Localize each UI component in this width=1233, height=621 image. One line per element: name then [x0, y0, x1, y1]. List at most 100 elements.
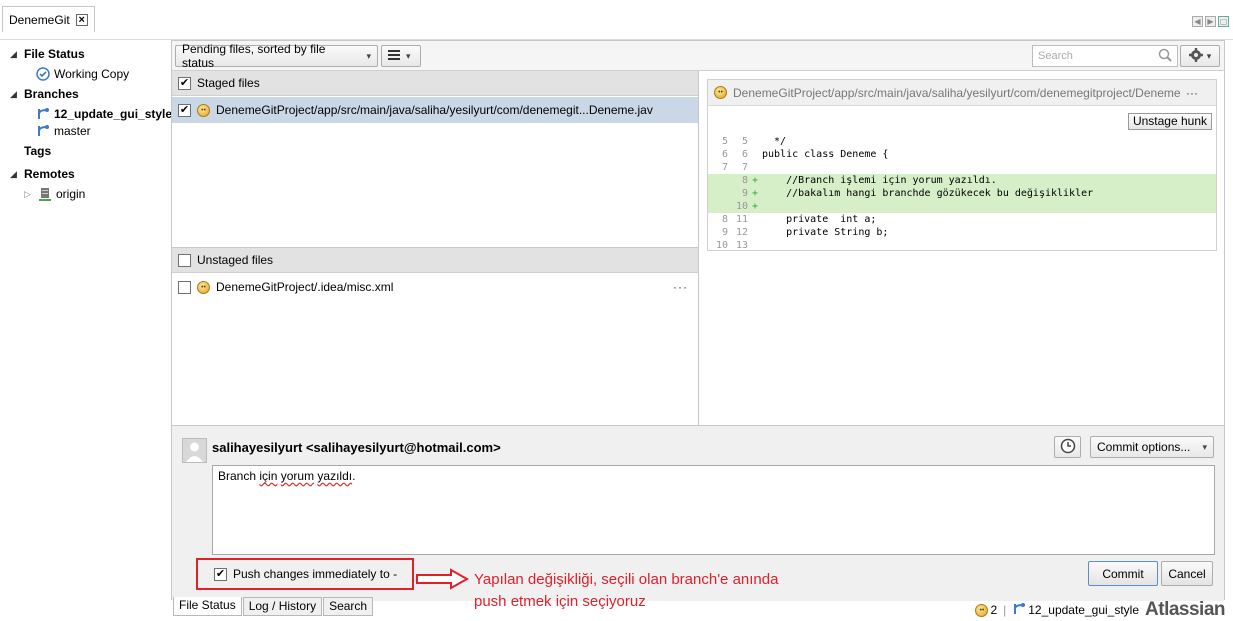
old-line-number: [708, 174, 728, 187]
old-line-number: 10: [715, 240, 728, 251]
modified-file-icon: ••: [197, 103, 210, 117]
sidebar-item-branch-current[interactable]: 12_update_gui_style: [36, 107, 172, 121]
new-line-number: 6: [741, 149, 748, 160]
search-input[interactable]: Search: [1032, 45, 1178, 67]
sidebar-tags[interactable]: Tags: [24, 144, 51, 158]
vertical-pane-divider[interactable]: [698, 71, 699, 425]
scroll-right-icon[interactable]: ▶: [1205, 16, 1216, 27]
diff-line: 8 11 private int a;: [708, 213, 1216, 226]
diff-marker: [752, 239, 762, 252]
history-button[interactable]: [1054, 436, 1081, 458]
new-line-number: 10: [735, 201, 748, 212]
new-line-number: 7: [741, 162, 748, 173]
sidebar-heading-tags: Tags: [24, 144, 52, 158]
diff-line: 10 13: [708, 239, 1216, 252]
diff-line: 8 + //Branch işlemi için yorum yazıldı.: [708, 174, 1216, 187]
staged-files-header: ✔ Staged files: [172, 71, 698, 96]
server-icon: [38, 187, 52, 201]
code-text: //bakalım hangi branchde gözükecek bu de…: [762, 188, 1094, 199]
chevron-down-icon: ▾: [366, 50, 371, 61]
sidebar-item-label: master: [54, 124, 91, 138]
list-icon: [388, 49, 400, 63]
commit-author: salihayesilyurt <salihayesilyurt@hotmail…: [212, 440, 501, 455]
tab-log-history[interactable]: Log / History: [242, 597, 323, 616]
sidebar-item-working-copy[interactable]: Working Copy: [36, 67, 129, 81]
current-branch-indicator[interactable]: 12_update_gui_style: [1012, 602, 1139, 619]
clock-icon: [1060, 438, 1076, 457]
restore-icon[interactable]: ▢: [1218, 16, 1229, 27]
more-options-icon[interactable]: ···: [673, 280, 688, 294]
sidebar-heading-remotes: Remotes: [24, 167, 75, 181]
new-line-number: 8: [741, 175, 748, 186]
tab-title: DenemeGit: [9, 12, 70, 27]
status-bar: •• 2 | 12_update_gui_style Atlassian: [975, 599, 1225, 621]
new-line-number: 11: [735, 214, 748, 225]
code-text: //Branch işlemi için yorum yazıldı.: [762, 175, 997, 186]
diff-marker: [752, 161, 762, 174]
push-label: Push changes immediately to -: [233, 567, 398, 581]
unstaged-select-all-checkbox[interactable]: [178, 253, 191, 267]
gear-icon: [1188, 47, 1203, 65]
push-checkbox[interactable]: ✔: [214, 567, 227, 581]
diff-marker: +: [752, 201, 759, 212]
diff-marker: [752, 148, 762, 161]
expand-triangle-icon[interactable]: ◢: [10, 169, 20, 180]
sidebar-item-branch-master[interactable]: master: [36, 124, 91, 138]
chevron-down-icon: ▾: [1206, 50, 1212, 61]
sidebar-item-label: Working Copy: [54, 67, 130, 81]
commit-message-input[interactable]: Branch için yorum yazıldı.: [212, 465, 1215, 555]
tab-file-status[interactable]: File Status: [173, 597, 242, 616]
message-text: Branch: [218, 469, 260, 483]
avatar: [182, 438, 207, 463]
close-icon[interactable]: ×: [75, 13, 88, 26]
expand-triangle-icon[interactable]: ◢: [10, 89, 20, 100]
staged-select-all-checkbox[interactable]: ✔: [178, 76, 191, 90]
commit-button[interactable]: Commit: [1088, 561, 1158, 586]
tab-denemegit[interactable]: DenemeGit ×: [2, 6, 95, 32]
sidebar-file-status[interactable]: ◢ File Status: [10, 47, 85, 61]
message-text: yazıldı: [317, 469, 353, 483]
unstaged-file-row[interactable]: •• DenemeGitProject/.idea/misc.xml ···: [172, 274, 698, 300]
file-checkbox[interactable]: [178, 280, 191, 294]
diff-view: •• DenemeGitProject/app/src/main/java/sa…: [707, 79, 1217, 251]
annotation-text: Yapılan değişikliği, seçili olan branch'…: [474, 569, 778, 613]
new-line-number: 9: [741, 188, 748, 199]
diff-file-path: DenemeGitProject/app/src/main/java/salih…: [733, 85, 1181, 100]
bottom-tabs: File Status Log / History Search: [173, 597, 374, 616]
code-text: */: [762, 136, 787, 147]
sort-dropdown[interactable]: Pending files, sorted by file status ▾: [175, 42, 378, 70]
code-text: private String b;: [762, 227, 889, 238]
diff-marker: [752, 226, 762, 239]
modified-file-icon: ••: [975, 603, 989, 617]
diff-line: 5 5 */: [708, 135, 1216, 148]
scroll-left-icon[interactable]: ◀: [1192, 16, 1203, 27]
search-icon: [1158, 48, 1172, 65]
pending-count[interactable]: •• 2: [975, 603, 997, 617]
staged-file-row[interactable]: ✔ •• DenemeGitProject/app/src/main/java/…: [172, 97, 698, 123]
cancel-button[interactable]: Cancel: [1161, 561, 1213, 586]
branch-icon: [36, 107, 50, 121]
sidebar-heading-file-status: File Status: [24, 47, 85, 61]
diff-more-options-icon[interactable]: ···: [1186, 86, 1198, 100]
file-checkbox[interactable]: ✔: [178, 103, 191, 117]
collapse-triangle-icon[interactable]: ▷: [24, 189, 34, 200]
modified-file-icon: ••: [714, 86, 727, 99]
sort-dropdown-label: Pending files, sorted by file status: [182, 42, 326, 70]
commit-options-dropdown[interactable]: Commit options... ▾: [1090, 436, 1214, 458]
settings-dropdown[interactable]: ▾: [1180, 45, 1220, 67]
unstage-hunk-button[interactable]: Unstage hunk: [1127, 113, 1212, 130]
expand-triangle-icon[interactable]: ◢: [10, 49, 20, 60]
branch-icon: [36, 124, 50, 138]
tab-search[interactable]: Search: [323, 597, 374, 616]
file-path: DenemeGitProject/app/src/main/java/salih…: [216, 103, 653, 117]
sidebar-item-label: 12_update_gui_style: [54, 107, 173, 121]
new-line-number: 13: [735, 240, 748, 251]
diff-header: •• DenemeGitProject/app/src/main/java/sa…: [708, 80, 1216, 106]
sidebar-branches[interactable]: ◢ Branches: [10, 87, 79, 101]
code-text: private int a;: [762, 214, 877, 225]
sidebar-remotes[interactable]: ◢ Remotes: [10, 167, 75, 181]
modified-file-icon: ••: [197, 280, 210, 294]
view-mode-dropdown[interactable]: ▾: [381, 45, 421, 67]
sidebar-item-remote-origin[interactable]: ▷ origin: [24, 187, 85, 201]
atlassian-logo: Atlassian: [1145, 599, 1225, 620]
